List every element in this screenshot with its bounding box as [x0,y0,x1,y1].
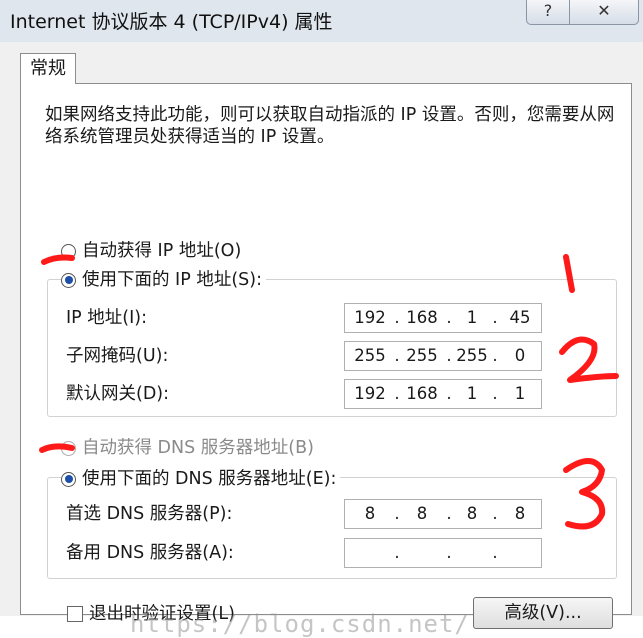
tab-general[interactable]: 常规 [20,53,76,84]
annotation-mark-2 [559,336,619,383]
red-annotations [39,254,619,530]
annotation-mark-1 [563,254,575,293]
annotation-underline-dns [39,443,75,453]
annotation-underline-ip [41,254,75,265]
annotation-mark-3 [563,458,606,530]
